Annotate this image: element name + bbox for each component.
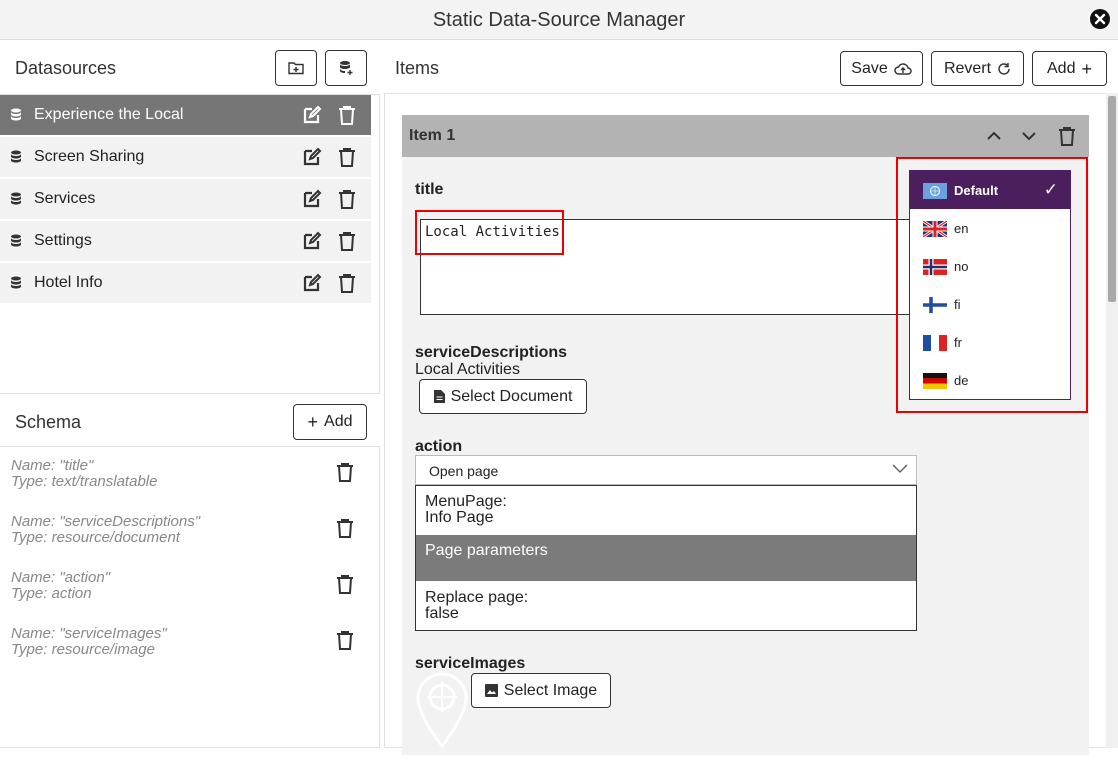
- revert-label: Revert: [943, 59, 992, 77]
- select-image-button[interactable]: Select Image: [471, 673, 611, 708]
- datasource-list: Experience the Local Screen Sharing Serv…: [0, 95, 371, 305]
- add-item-button[interactable]: Add +: [1032, 51, 1107, 86]
- action-row-line: false: [425, 605, 459, 622]
- trash-icon[interactable]: [336, 518, 354, 538]
- schema-field-type: Type: action: [11, 585, 92, 602]
- document-icon: [433, 390, 445, 403]
- datasource-item[interactable]: Screen Sharing: [0, 137, 371, 177]
- add-item-label: Add: [1047, 59, 1076, 77]
- select-document-button[interactable]: Select Document: [419, 379, 587, 414]
- trash-icon[interactable]: [338, 105, 356, 125]
- action-selected-value: Open page: [429, 463, 499, 479]
- schema-field-name: Name: "serviceDescriptions": [11, 513, 201, 530]
- chevron-down-icon[interactable]: [1022, 132, 1036, 141]
- image-icon: [484, 684, 498, 697]
- service-descriptions-label: serviceDescriptions: [415, 344, 568, 361]
- schema-field-type: Type: text/translatable: [11, 473, 158, 490]
- schema-title: Schema: [15, 412, 82, 432]
- window-title: Static Data-Source Manager: [432, 9, 686, 31]
- title-field-label: title: [415, 181, 444, 198]
- schema-field: Name: "serviceImages" Type: resource/ima…: [11, 626, 167, 658]
- schema-field: Name: "title" Type: text/translatable: [11, 458, 157, 490]
- datasource-item[interactable]: Services: [0, 179, 371, 219]
- database-icon: [11, 192, 21, 205]
- add-datasource-button[interactable]: [325, 50, 367, 86]
- edit-icon[interactable]: [302, 231, 322, 251]
- close-icon[interactable]: [1090, 9, 1110, 29]
- datasources-title: Datasources: [15, 58, 117, 78]
- trash-icon[interactable]: [336, 630, 354, 650]
- chevron-down-icon: [892, 464, 908, 474]
- service-descriptions-value: Local Activities: [415, 361, 520, 378]
- action-row-replace-page[interactable]: Replace page: false: [416, 590, 916, 622]
- trash-icon[interactable]: [336, 462, 354, 482]
- schema-field: Name: "serviceDescriptions" Type: resour…: [11, 514, 200, 546]
- datasource-label: Settings: [34, 232, 92, 249]
- database-icon: [11, 108, 21, 121]
- select-image-label: Select Image: [503, 681, 598, 699]
- database-icon: [11, 276, 21, 289]
- save-button[interactable]: Save: [840, 51, 923, 86]
- schema-field-name: Name: "action": [11, 569, 111, 586]
- schema-field: Name: "action" Type: action: [11, 570, 110, 602]
- schema-add-label: Add: [324, 413, 353, 430]
- database-plus-icon: [340, 61, 353, 75]
- action-row-line: Replace page:: [425, 589, 529, 606]
- datasource-label: Screen Sharing: [34, 148, 145, 165]
- revert-button[interactable]: Revert: [931, 51, 1024, 86]
- save-label: Save: [851, 59, 888, 77]
- action-options-panel: MenuPage: Info Page Page parameters Repl…: [415, 485, 917, 631]
- edit-icon[interactable]: [302, 105, 322, 125]
- trash-icon[interactable]: [338, 189, 356, 209]
- schema-field-name: Name: "serviceImages": [11, 625, 167, 642]
- items-title: Items: [395, 58, 440, 78]
- refresh-icon: [998, 62, 1010, 75]
- trash-icon[interactable]: [1058, 126, 1076, 146]
- select-document-label: Select Document: [450, 387, 573, 405]
- item-header: Item 1: [402, 115, 1089, 157]
- action-label: action: [415, 438, 463, 455]
- schema-field-type: Type: resource/document: [11, 529, 180, 546]
- action-row-line: Page parameters: [425, 542, 548, 559]
- schema-field-name: Name: "title": [11, 457, 94, 474]
- trash-icon[interactable]: [338, 273, 356, 293]
- scrollbar-thumb[interactable]: [1108, 96, 1116, 302]
- schema-field-type: Type: resource/image: [11, 641, 155, 658]
- title-bar: Static Data-Source Manager: [0, 0, 1118, 40]
- map-pin-placeholder-icon: [416, 672, 468, 749]
- database-icon: [11, 234, 21, 247]
- add-folder-button[interactable]: [275, 50, 317, 86]
- trash-icon[interactable]: [336, 574, 354, 594]
- action-row-line: MenuPage:: [425, 493, 507, 510]
- plus-icon: +: [307, 412, 319, 432]
- highlight-box: [415, 210, 564, 255]
- schema-add-button[interactable]: + Add: [293, 404, 367, 440]
- database-icon: [11, 150, 21, 163]
- chevron-up-icon[interactable]: [987, 131, 1001, 140]
- datasource-label: Hotel Info: [34, 274, 103, 291]
- datasource-label: Services: [34, 190, 96, 207]
- datasource-panel: Experience the Local Screen Sharing Serv…: [0, 94, 380, 394]
- item-title: Item 1: [409, 127, 456, 144]
- datasource-item[interactable]: Experience the Local: [0, 95, 371, 135]
- edit-icon[interactable]: [302, 273, 322, 293]
- action-row-line: Info Page: [425, 509, 494, 526]
- cloud-upload-icon: [893, 62, 912, 75]
- action-row-page-parameters[interactable]: Page parameters: [416, 535, 916, 581]
- plus-icon: +: [1081, 58, 1092, 79]
- trash-icon[interactable]: [338, 231, 356, 251]
- action-row-menu-page[interactable]: MenuPage: Info Page: [416, 494, 916, 526]
- datasource-item[interactable]: Hotel Info: [0, 263, 371, 303]
- edit-icon[interactable]: [302, 147, 322, 167]
- folder-plus-icon: [288, 62, 304, 75]
- edit-icon[interactable]: [302, 189, 322, 209]
- trash-icon[interactable]: [338, 147, 356, 167]
- datasource-item[interactable]: Settings: [0, 221, 371, 261]
- highlight-box: [896, 157, 1088, 413]
- datasource-label: Experience the Local: [34, 106, 184, 123]
- action-select[interactable]: Open page: [415, 455, 917, 485]
